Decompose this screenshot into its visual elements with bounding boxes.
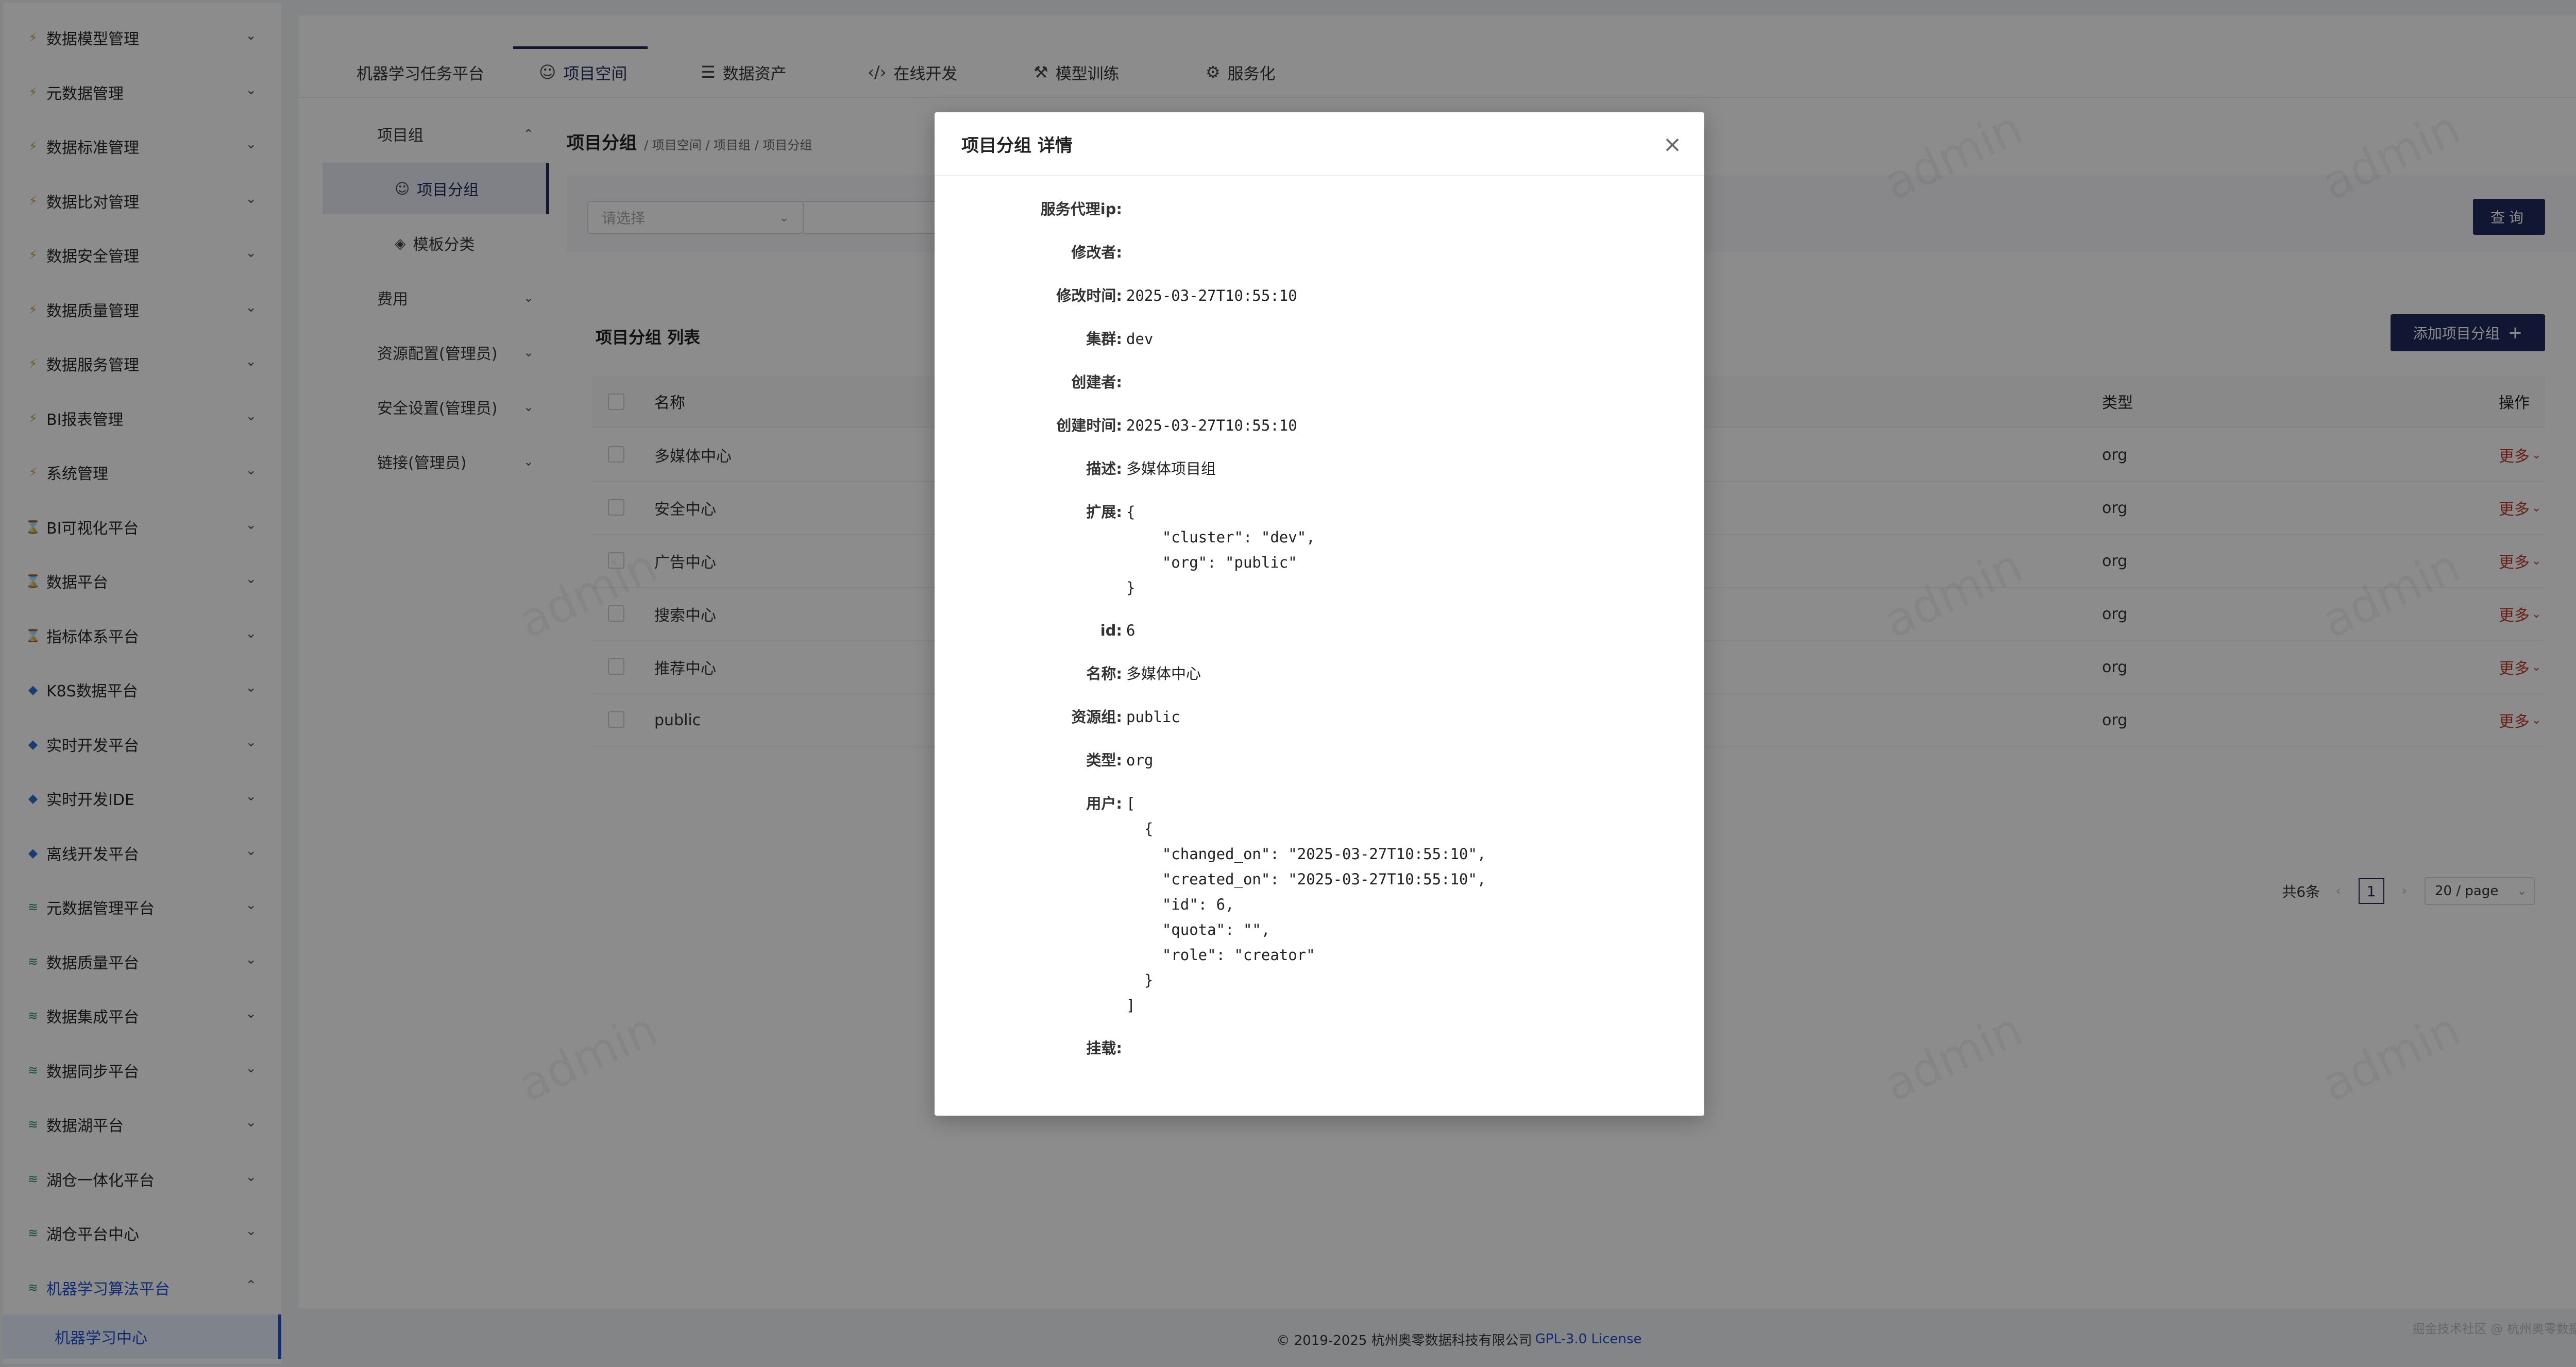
close-icon[interactable]: × [1659,131,1686,158]
field-label: 创建时间: [1056,417,1122,434]
field-label: 修改者: [1071,244,1122,261]
field-value: 2025-03-27T10:55:10 [1126,287,1297,304]
field-value: { "cluster": "dev", "org": "public" } [1126,503,1315,596]
field-label: 描述: [1086,460,1122,477]
field-value: 多媒体项目组 [1126,460,1216,477]
field-label: 类型: [1086,751,1122,769]
field-value: 2025-03-27T10:55:10 [1126,417,1297,434]
modal-header: 项目分组 详情 [935,112,1704,176]
modal-title: 项目分组 详情 [961,135,1073,156]
field-value: 6 [1126,622,1136,639]
field-label: id: [1100,622,1122,639]
field-label: 服务代理ip: [1040,200,1122,218]
field-label: 资源组: [1071,708,1122,726]
detail-modal: 项目分组 详情 × 服务代理ip: 修改者: 修改时间: 2025-03-27T10:… [935,112,1704,1116]
field-value: [ { "changed_on": "2025-03-27T10:55:10",… [1126,795,1486,1014]
field-label: 集群: [1086,330,1122,348]
field-label: 扩展: [1086,503,1122,521]
field-value: org [1126,751,1154,769]
field-label: 挂载: [1086,1039,1122,1057]
field-label: 创建者: [1071,373,1122,391]
field-value: 多媒体中心 [1126,665,1201,682]
field-label: 修改时间: [1056,287,1122,304]
field-value: dev [1126,330,1154,348]
field-label: 名称: [1086,665,1122,682]
field-label: 用户: [1086,795,1122,812]
field-value: public [1126,708,1180,726]
